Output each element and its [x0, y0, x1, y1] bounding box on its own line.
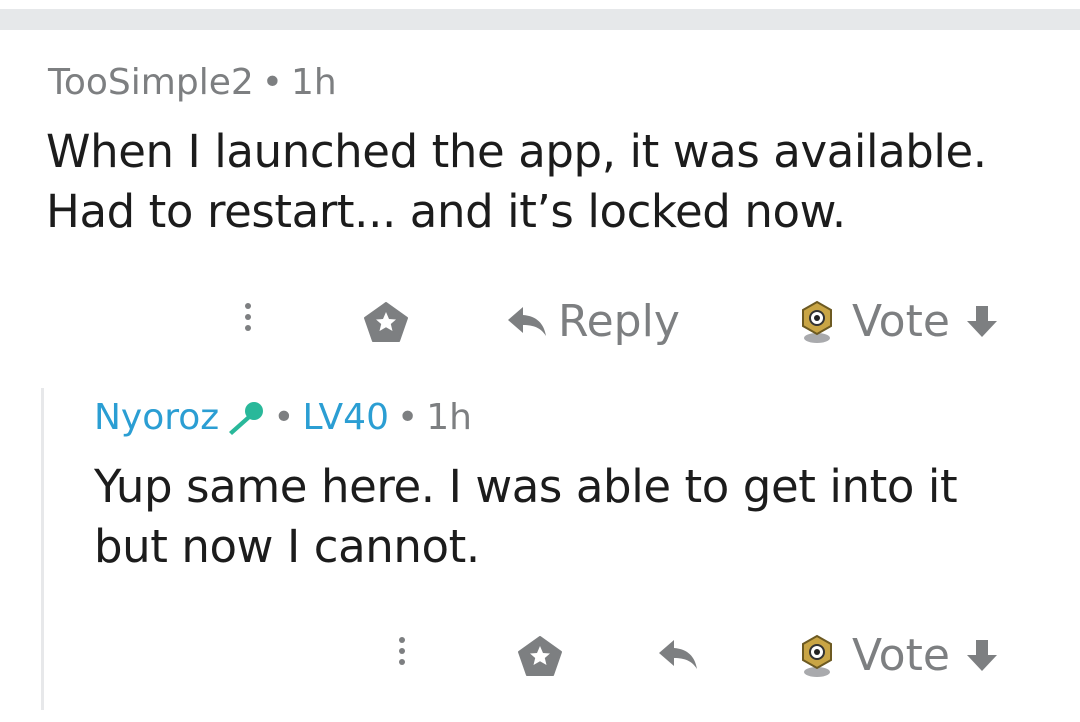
user-flair: LV40 [302, 397, 389, 438]
more-dot [399, 648, 405, 654]
more-options-button[interactable] [399, 637, 405, 665]
comment-body: When I launched the app, it was availabl… [46, 122, 1056, 242]
downvote-arrow-icon[interactable] [964, 638, 1000, 674]
meta-separator: • [396, 397, 419, 438]
top-divider-strip [0, 9, 1080, 30]
comment-username[interactable]: TooSimple2 [48, 62, 254, 103]
comment-body: Yup same here. I was able to get into it… [94, 457, 1054, 577]
more-options-button[interactable] [245, 303, 251, 331]
meltan-avatar-icon[interactable] [796, 632, 838, 680]
comment-time: 1h [426, 397, 472, 438]
more-dot [399, 659, 405, 665]
vote-control: Vote [796, 296, 1000, 347]
more-dot [245, 325, 251, 331]
comment-meta: Nyoroz • LV40 • 1h [94, 397, 472, 438]
award-icon [364, 302, 408, 342]
microphone-flair-icon [229, 401, 264, 435]
meltan-avatar-icon[interactable] [796, 298, 838, 346]
reply-label: Reply [558, 296, 680, 347]
more-dot [245, 303, 251, 309]
meta-separator: • [273, 397, 295, 438]
comment-body-line: When I launched the app, it was availabl… [46, 125, 987, 178]
award-button[interactable] [517, 635, 563, 677]
more-dot [399, 637, 405, 643]
meta-separator: • [261, 62, 283, 103]
downvote-arrow-icon[interactable] [964, 304, 1000, 340]
award-icon [518, 636, 562, 676]
reply-arrow-icon [508, 306, 546, 336]
comment-body-line: Had to restart... and it’s locked now. [46, 185, 846, 238]
more-dot [245, 314, 251, 320]
reply-button[interactable] [657, 638, 699, 672]
thread-line[interactable] [41, 388, 44, 710]
award-button[interactable] [363, 301, 409, 343]
reply-button[interactable]: Reply [506, 296, 680, 347]
vote-label: Vote [852, 630, 950, 681]
comment-body-line: Yup same here. I was able to get into it [94, 460, 958, 513]
comment-body-line: but now I cannot. [94, 520, 480, 573]
comment-time: 1h [291, 62, 337, 103]
top-bar [0, 0, 1080, 30]
reply-arrow-icon [659, 640, 697, 669]
comment-meta: TooSimple2 • 1h [48, 62, 337, 103]
vote-control: Vote [796, 630, 1000, 681]
vote-label: Vote [852, 296, 950, 347]
comment-username[interactable]: Nyoroz [94, 397, 219, 438]
